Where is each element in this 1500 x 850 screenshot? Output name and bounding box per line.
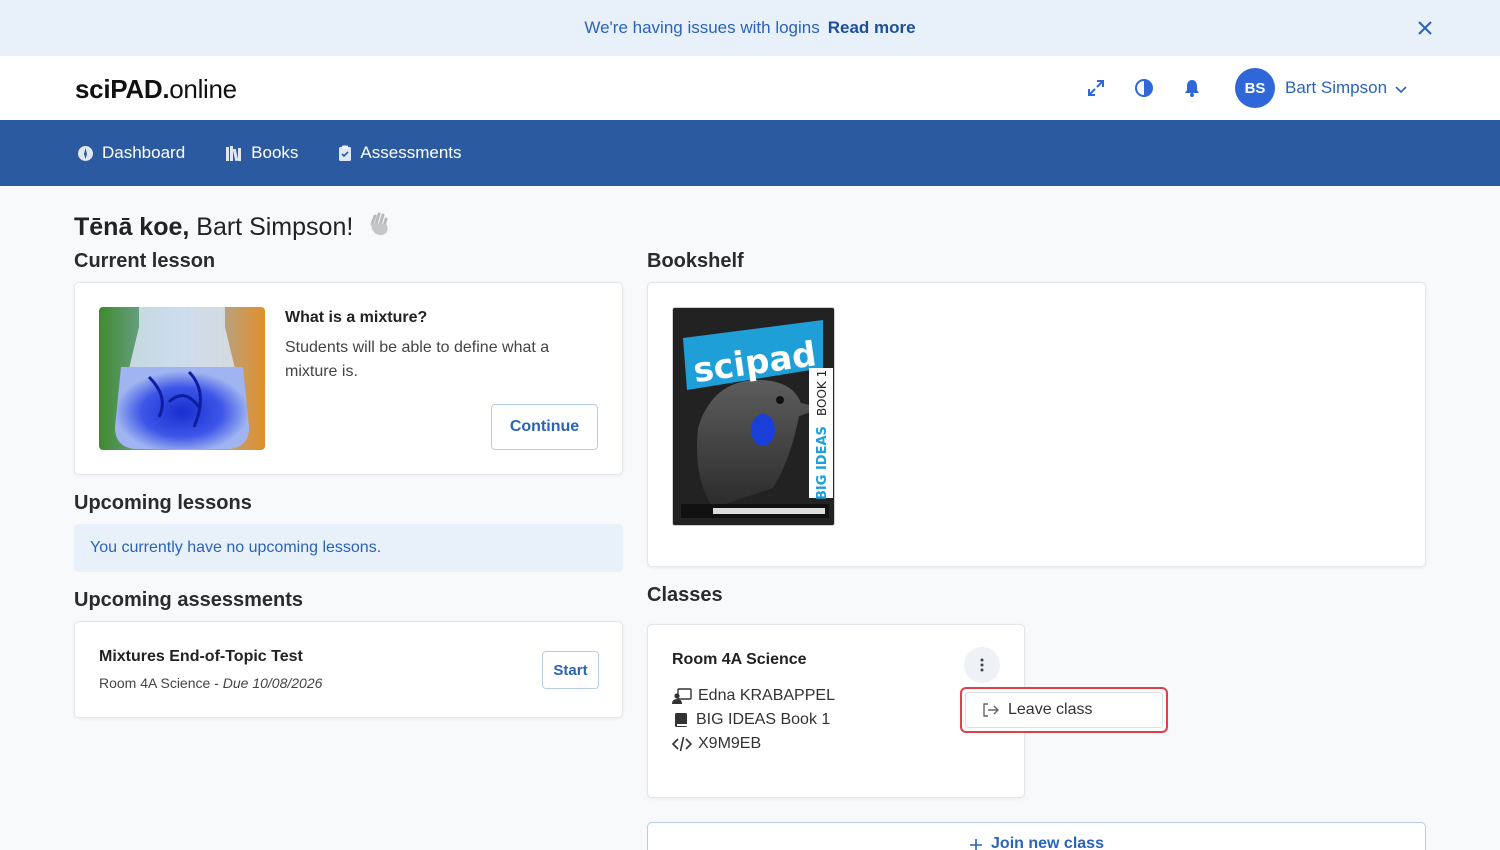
expand-icon[interactable] bbox=[1086, 78, 1106, 98]
sign-out-icon bbox=[983, 703, 999, 717]
nav-item-books[interactable]: Books bbox=[225, 143, 298, 163]
class-name: Room 4A Science bbox=[672, 651, 807, 668]
book-cover-big-ideas[interactable]: scipad BIG IDEAS BOOK 1 bbox=[672, 307, 835, 526]
clipboard-icon bbox=[339, 145, 352, 161]
greeting-salutation: Tēnā koe, bbox=[74, 213, 190, 241]
announcement-banner: We're having issues with logins Read mor… bbox=[0, 0, 1500, 56]
classes-heading: Classes bbox=[647, 584, 723, 606]
chevron-down-icon[interactable] bbox=[1393, 81, 1409, 97]
kebab-icon bbox=[980, 658, 984, 672]
greeting-name: Bart Simpson! bbox=[196, 213, 354, 241]
upcoming-assessments-heading: Upcoming assessments bbox=[74, 589, 303, 611]
nav-label: Dashboard bbox=[102, 143, 186, 162]
book-subtitle: BOOK 1 bbox=[815, 370, 829, 416]
book-title: BIG IDEAS bbox=[815, 426, 830, 500]
nav-item-assessments[interactable]: Assessments bbox=[338, 143, 462, 163]
no-upcoming-lessons-message: You currently have no upcoming lessons. bbox=[74, 524, 623, 572]
current-lesson-heading: Current lesson bbox=[74, 250, 216, 272]
lesson-description: Students will be able to define what a m… bbox=[285, 339, 550, 380]
top-bar: sciPAD.online BS Bart Simpson bbox=[0, 56, 1500, 120]
class-menu-dropdown: Leave class bbox=[960, 687, 1168, 733]
greeting: Tēnā koe, Bart Simpson! bbox=[74, 210, 394, 242]
lesson-image bbox=[99, 307, 265, 450]
scipad-logo[interactable]: sciPAD.online bbox=[75, 74, 237, 105]
waving-hand-icon bbox=[370, 212, 388, 236]
bell-icon[interactable] bbox=[1182, 78, 1202, 98]
assessment-meta: Room 4A Science - Due 10/08/2026 bbox=[99, 675, 323, 691]
books-icon bbox=[226, 145, 242, 161]
assessment-title: Mixtures End-of-Topic Test bbox=[99, 648, 303, 665]
banner-message: We're having issues with logins bbox=[584, 18, 820, 37]
plus-icon bbox=[970, 839, 983, 850]
assessment-card: Mixtures End-of-Topic Test Room 4A Scien… bbox=[74, 621, 623, 718]
assessment-class: Room 4A Science bbox=[99, 675, 211, 691]
teacher-icon bbox=[672, 688, 692, 704]
read-more-link[interactable]: Read more bbox=[828, 18, 916, 38]
class-menu-button[interactable] bbox=[964, 647, 1000, 683]
nav-item-dashboard[interactable]: Dashboard bbox=[77, 143, 185, 163]
class-teacher: Edna KRABAPPEL bbox=[672, 687, 835, 705]
compass-icon bbox=[78, 145, 93, 161]
assessment-due: Due 10/08/2026 bbox=[222, 675, 323, 691]
upcoming-lessons-heading: Upcoming lessons bbox=[74, 492, 252, 514]
close-icon[interactable] bbox=[1414, 17, 1436, 39]
main-nav: Dashboard Books Assessments bbox=[0, 120, 1500, 186]
bookshelf-card: scipad BIG IDEAS BOOK 1 bbox=[647, 282, 1426, 567]
start-button[interactable]: Start bbox=[542, 651, 599, 689]
book-icon bbox=[675, 713, 687, 727]
nav-label: Assessments bbox=[360, 143, 462, 162]
leave-class-option[interactable]: Leave class bbox=[965, 692, 1163, 728]
bookshelf-heading: Bookshelf bbox=[647, 250, 744, 272]
code-icon bbox=[672, 736, 692, 752]
continue-button[interactable]: Continue bbox=[491, 404, 598, 450]
contrast-icon[interactable] bbox=[1134, 78, 1154, 98]
join-new-class-button[interactable]: Join new class bbox=[647, 822, 1426, 850]
user-name[interactable]: Bart Simpson bbox=[1285, 78, 1387, 98]
lesson-title: What is a mixture? bbox=[285, 309, 428, 326]
current-lesson-card: What is a mixture? Students will be able… bbox=[74, 282, 623, 475]
nav-label: Books bbox=[251, 143, 299, 162]
class-book: BIG IDEAS Book 1 bbox=[672, 711, 830, 729]
avatar[interactable]: BS bbox=[1235, 68, 1275, 108]
class-code: X9M9EB bbox=[672, 735, 761, 753]
